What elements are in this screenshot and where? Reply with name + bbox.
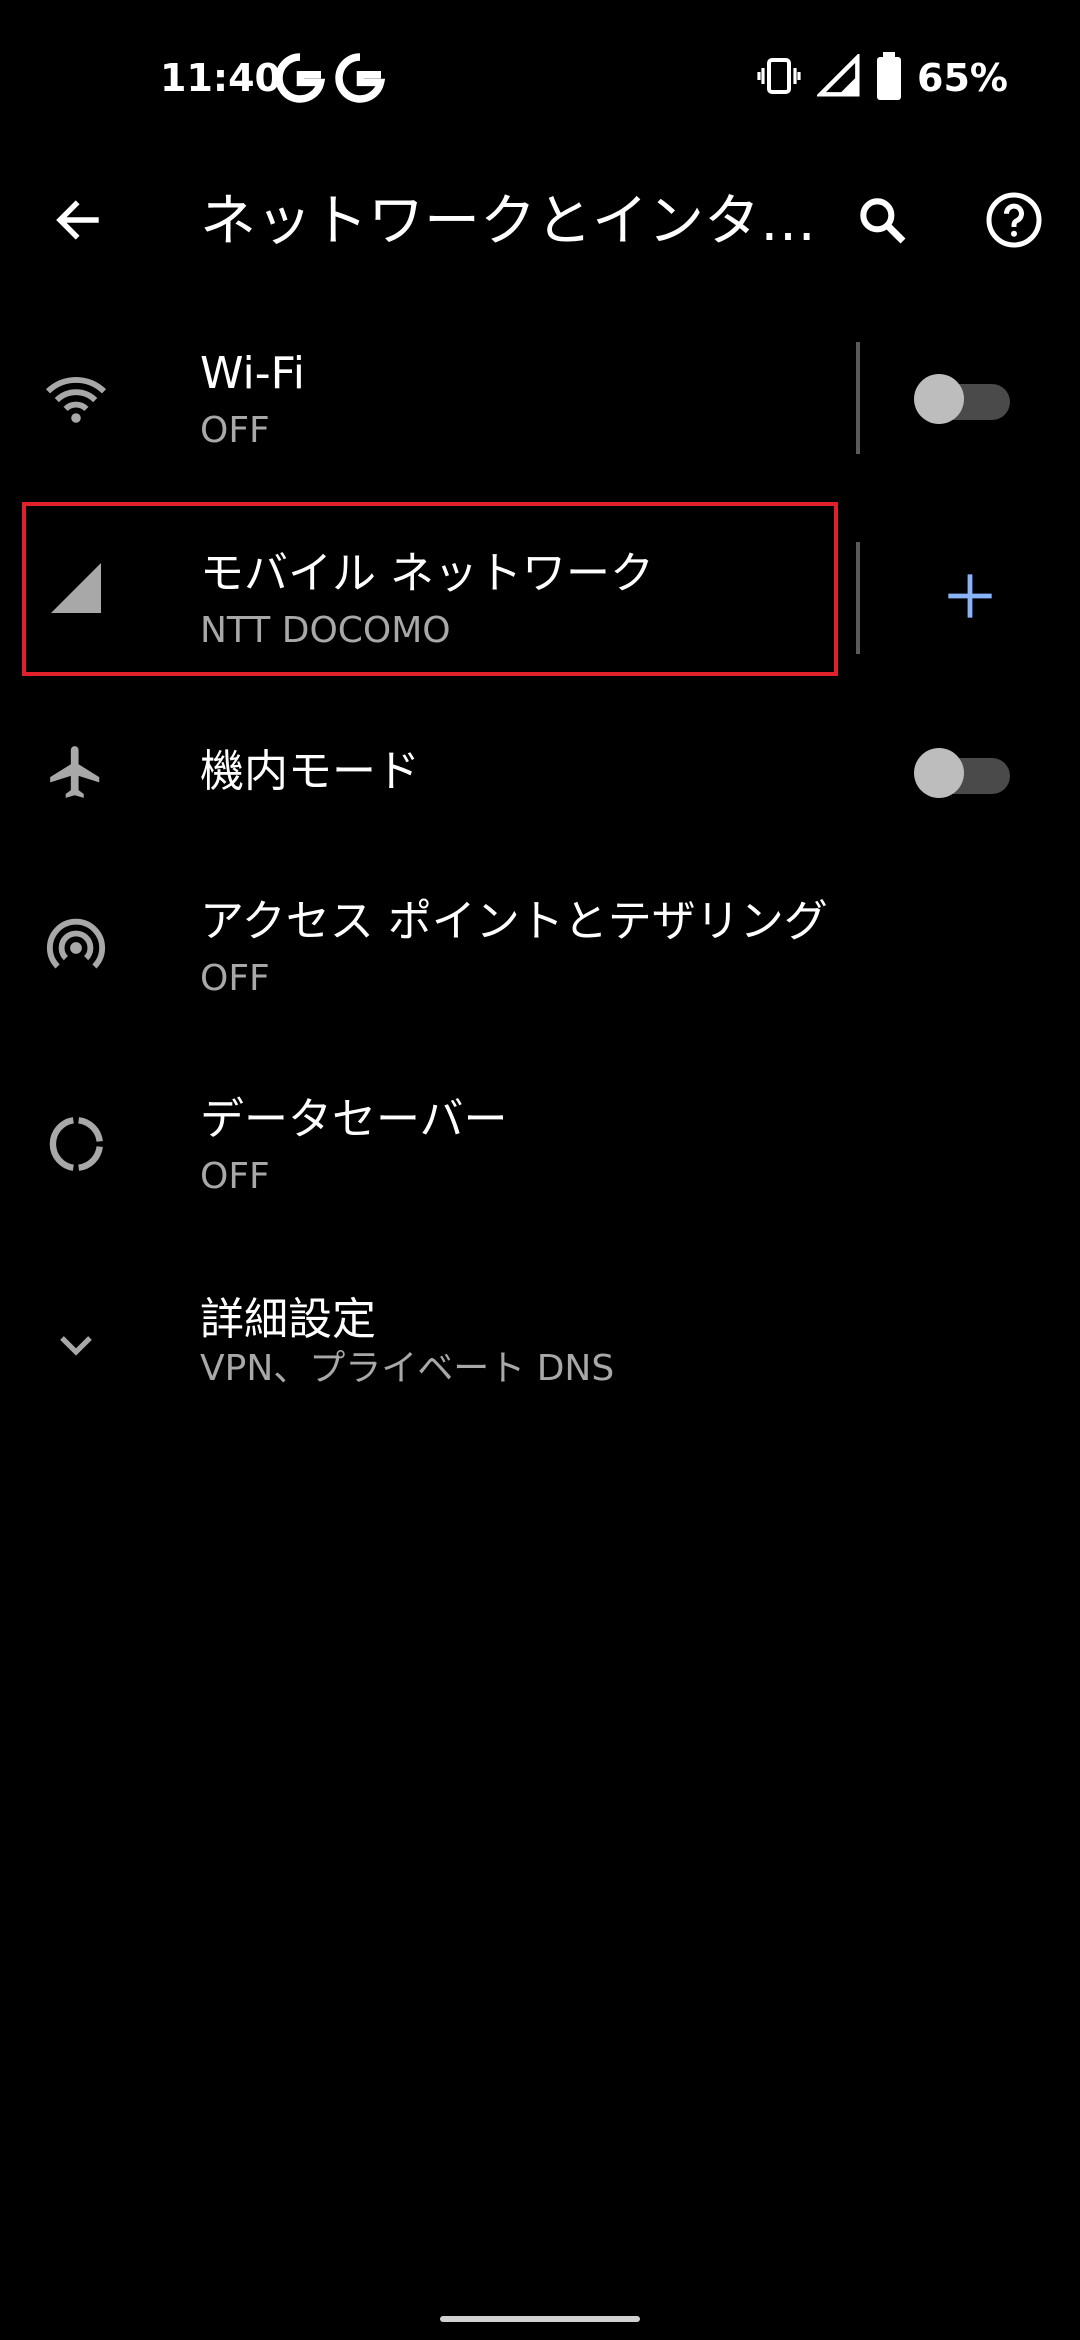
data-saver-title: データセーバー (200, 1094, 508, 1145)
advanced-summary: VPN、プライベート DNS (200, 1348, 615, 1389)
hotspot-status: OFF (200, 958, 270, 999)
hotspot-title: アクセス ポイントとテザリング (200, 896, 828, 947)
google-g-icon (272, 50, 328, 106)
status-time: 11:40 (160, 56, 281, 100)
vibrate-icon (755, 52, 803, 104)
add-network-button[interactable] (922, 550, 1018, 646)
airplane-icon (40, 736, 112, 808)
list-item-data-saver[interactable]: データセーバー OFF (0, 1072, 1080, 1222)
airplane-mode-toggle[interactable] (914, 742, 1010, 802)
wifi-icon (40, 362, 112, 434)
help-button[interactable] (966, 174, 1062, 270)
search-icon (854, 192, 910, 252)
list-item-advanced[interactable]: 詳細設定 VPN、プライベート DNS (0, 1270, 1080, 1420)
google-g-icon (332, 50, 388, 106)
divider (856, 342, 860, 454)
plus-icon (944, 570, 996, 626)
data-saver-status: OFF (200, 1156, 270, 1197)
arrow-left-icon (51, 193, 105, 251)
home-indicator[interactable] (440, 2316, 640, 2322)
advanced-title: 詳細設定 (200, 1294, 376, 1345)
battery-percent: 65% (917, 56, 1008, 100)
toggle-thumb (914, 748, 964, 798)
chevron-down-icon (40, 1308, 112, 1380)
wifi-toggle[interactable] (914, 368, 1010, 428)
hotspot-icon (40, 912, 112, 984)
wifi-status: OFF (200, 410, 270, 451)
highlight-box (22, 502, 838, 676)
airplane-mode-title: 機内モード (200, 746, 420, 797)
help-circle-icon (984, 190, 1044, 254)
cell-signal-icon (815, 52, 861, 102)
battery-icon (875, 52, 903, 104)
toggle-thumb (914, 374, 964, 424)
search-button[interactable] (834, 174, 930, 270)
back-button[interactable] (30, 174, 126, 270)
status-icons: 65% (755, 48, 1008, 108)
page-title: ネットワークとインタ… (200, 189, 816, 254)
divider (856, 542, 860, 654)
wifi-title: Wi-Fi (200, 348, 305, 399)
data-saver-icon (40, 1108, 112, 1180)
list-item-hotspot[interactable]: アクセス ポイントとテザリング OFF (0, 872, 1080, 1022)
